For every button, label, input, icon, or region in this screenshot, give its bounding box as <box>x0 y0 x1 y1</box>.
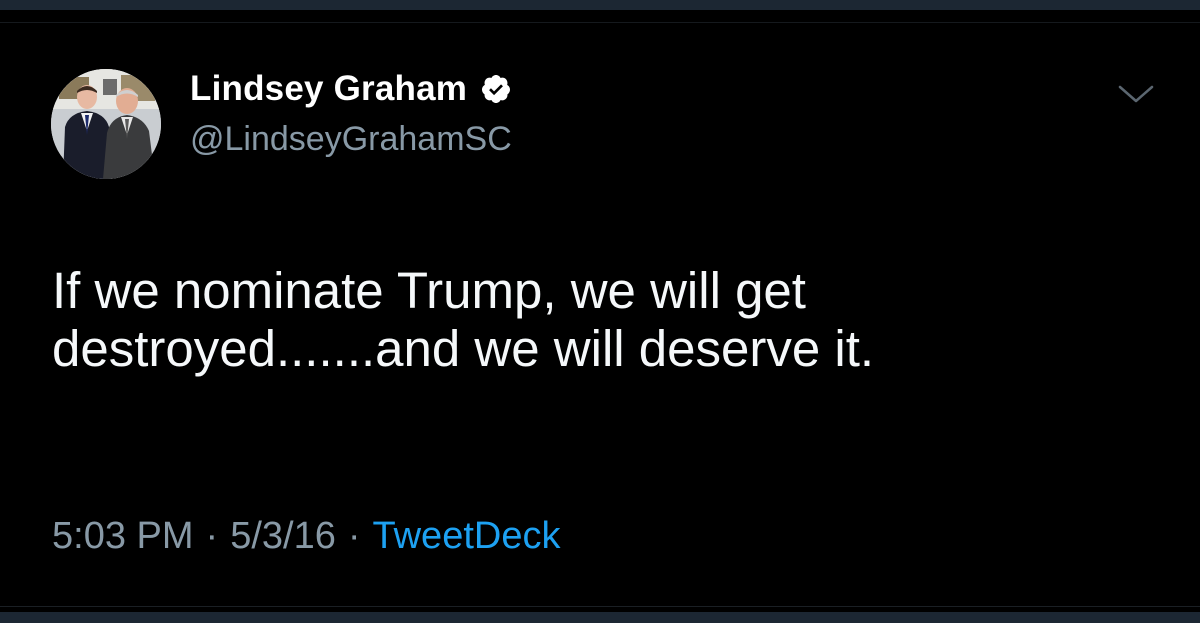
verified-badge-icon <box>480 73 512 105</box>
tweet-text: If we nominate Trump, we will get destro… <box>52 262 1152 378</box>
tweet-text-line: destroyed.......and we will deserve it. <box>52 320 875 377</box>
chevron-down-icon[interactable] <box>1116 82 1156 106</box>
tweet-metadata: 5:03 PM · 5/3/16 · TweetDeck <box>52 508 560 564</box>
author-name-row: Lindsey Graham <box>190 66 512 112</box>
tweet-date[interactable]: 5/3/16 <box>230 515 336 558</box>
bottom-edge-bar <box>0 612 1200 623</box>
top-edge-bar <box>0 0 1200 10</box>
bottom-divider <box>0 606 1200 607</box>
tweet-source-link[interactable]: TweetDeck <box>373 515 561 558</box>
tweet-time[interactable]: 5:03 PM <box>52 515 194 558</box>
tweet-screenshot: Lindsey Graham @LindseyGrahamSC If we no… <box>0 0 1200 623</box>
avatar[interactable] <box>51 69 161 179</box>
author-handle[interactable]: @LindseyGrahamSC <box>190 120 512 159</box>
tweet-text-line: If we nominate Trump, we will get <box>52 262 806 319</box>
top-divider <box>0 22 1200 23</box>
meta-separator: · <box>205 514 219 557</box>
meta-separator: · <box>347 514 361 557</box>
avatar-photo <box>51 69 161 179</box>
author-display-name[interactable]: Lindsey Graham <box>190 69 467 109</box>
